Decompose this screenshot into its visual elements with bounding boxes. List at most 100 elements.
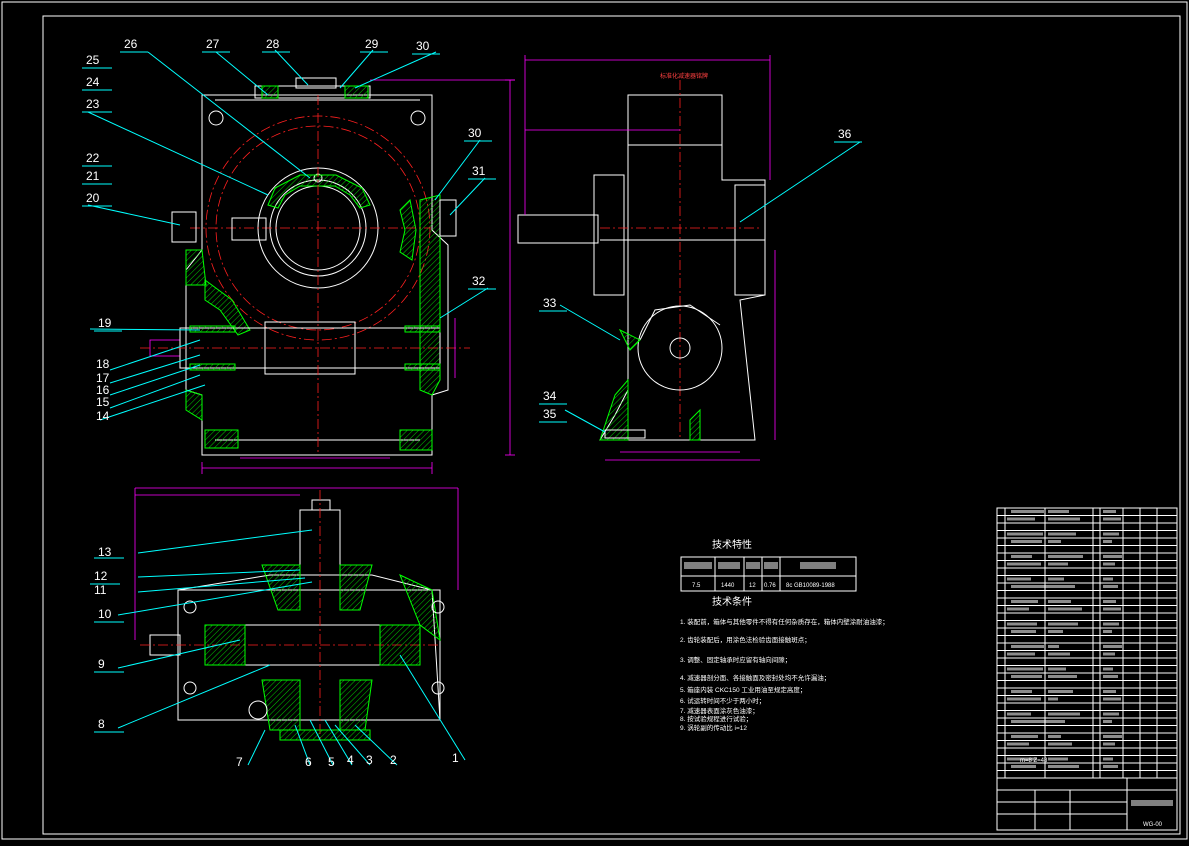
part-number-4: 4: [347, 753, 354, 767]
parts-list-text-mark: [1103, 697, 1121, 701]
tech-requirement-8: 8. 按试验规程进行试验；: [680, 714, 752, 723]
parts-list-text-mark: [1103, 720, 1112, 723]
parts-list-text-mark: [1048, 517, 1080, 521]
parts-list-text-mark: [1048, 757, 1068, 761]
parts-list-text-mark: [1011, 690, 1032, 693]
parts-list: [996, 507, 1178, 779]
parts-list-text-mark: [1103, 540, 1112, 543]
part-number-36: 36: [838, 127, 852, 141]
parts-list-text-mark: [1007, 652, 1035, 656]
parts-list-text-mark: [1103, 712, 1119, 716]
parts-list-text-mark: [1048, 607, 1082, 611]
parts-list-text-mark: [1103, 577, 1113, 581]
part-number-15: 15: [96, 395, 110, 409]
drawing-number: WG-00: [1143, 822, 1163, 828]
parts-list-text-mark: [1048, 742, 1072, 746]
tech-requirement-4: 4. 减速器剖分面、各接触面及密封处均不允许漏油；: [680, 673, 830, 682]
part-number-underlines: [82, 51, 862, 733]
parts-list-text-mark: [1103, 532, 1119, 536]
part-number-6: 6: [305, 755, 312, 769]
parts-list-text-mark: [1007, 577, 1031, 581]
parts-list-text-mark: [1103, 562, 1115, 566]
parts-list-text-mark: [1103, 510, 1116, 513]
parts-list-text-mark: [1011, 600, 1038, 603]
parts-list-text-mark: [1048, 555, 1083, 558]
part-number-10: 10: [98, 607, 112, 621]
parts-list-text-mark: [1048, 645, 1059, 648]
parts-list-text-mark: [1048, 690, 1073, 693]
tech-requirements-title: 技术条件: [712, 595, 752, 608]
parts-list-text-mark: [1048, 622, 1078, 626]
tech-requirements: 技术条件 1. 装配前，箱体与其他零件不得有任何杂质存在，箱体内壁涂耐油油漆； …: [680, 595, 889, 732]
tech-requirement-2: 2. 齿轮装配后，用涂色法检验齿面接触斑点；: [680, 635, 811, 644]
parts-list-text-mark: [1048, 532, 1076, 536]
parts-list-text-mark: [1048, 652, 1070, 656]
svg-text:标准化减速器铭牌: 标准化减速器铭牌: [660, 72, 708, 80]
part-number-20: 20: [86, 191, 100, 205]
parts-list-text-mark: [1048, 697, 1058, 701]
parts-list-text-mark: [1007, 667, 1043, 671]
parts-list-text-mark: [1011, 540, 1042, 543]
part-number-8: 8: [98, 717, 105, 731]
parts-list-text-mark: [1007, 622, 1037, 626]
tech-requirement-1: 1. 装配前，箱体与其他零件不得有任何杂质存在，箱体内壁涂耐油油漆；: [680, 617, 889, 626]
parts-list-text-mark: [1048, 577, 1064, 581]
parts-list-text-mark: [1103, 585, 1118, 588]
parts-list-text-mark: [1048, 765, 1079, 768]
part-number-19: 19: [98, 316, 112, 330]
parts-list-text-mark: [1048, 712, 1080, 716]
parts-list-text-mark: [1011, 645, 1044, 648]
part-number-33: 33: [543, 296, 557, 310]
parts-list-text-mark: [1007, 697, 1041, 701]
side-view: 标准化减速器铭牌: [517, 55, 776, 461]
parts-list-text-mark: [1103, 600, 1116, 603]
parts-list-text-mark: [1048, 585, 1075, 588]
parts-list-text-mark: [1048, 675, 1077, 678]
parts-list-text-mark: [1048, 720, 1065, 723]
part-number-32: 32: [472, 274, 486, 288]
part-number-18: 18: [96, 357, 110, 371]
part-number-21: 21: [86, 169, 100, 183]
parts-list-text-mark: [1011, 510, 1044, 513]
parts-list-text-mark: [1103, 630, 1112, 633]
tech-characteristics-title: 技术特性: [712, 538, 752, 551]
top-view: [134, 487, 459, 741]
part-number-24: 24: [86, 75, 100, 89]
part-number-1: 1: [452, 751, 459, 765]
spec-line: m=8 Z=48: [1020, 758, 1048, 764]
part-number-23: 23: [86, 97, 100, 111]
parts-list-text-mark: [1048, 667, 1066, 671]
parts-list-text-mark: [1007, 742, 1029, 746]
part-number-13: 13: [98, 545, 112, 559]
parts-list-text-mark: [1103, 667, 1113, 671]
parts-list-text-mark: [1103, 652, 1115, 656]
tech-ratio: 12: [749, 583, 756, 589]
part-number-12: 12: [94, 569, 108, 583]
parts-list-text-mark: [1103, 555, 1122, 558]
parts-list-text-mark: [1011, 675, 1042, 678]
tech-requirement-6: 6. 试运转时间不少于两小时；: [680, 696, 765, 705]
part-number-2: 2: [390, 753, 397, 767]
parts-list-text-mark: [1103, 735, 1122, 738]
parts-list-text-mark: [1011, 555, 1032, 558]
parts-list-text-mark: [1103, 742, 1115, 746]
part-number-11: 11: [94, 583, 107, 597]
parts-list-text-mark: [1103, 690, 1116, 693]
part-number-7: 7: [236, 755, 243, 769]
drawing-canvas: 标准化减速器铭牌 26 27 28 29 30 25 24 23 22 21 2…: [1, 1, 1188, 840]
part-number-34: 34: [543, 389, 557, 403]
parts-list-text-mark: [1103, 645, 1122, 648]
tech-efficiency: 0.76: [764, 583, 776, 589]
part-number-31: 31: [472, 164, 486, 178]
parts-list-text-mark: [1011, 765, 1036, 768]
part-number-14: 14: [96, 409, 110, 423]
tech-accuracy: 8c GB10089-1988: [786, 583, 835, 589]
title-block: m=8 Z=48 WG-00: [996, 758, 1178, 831]
parts-list-text-mark: [1007, 562, 1041, 566]
parts-list-text-mark: [1048, 630, 1063, 633]
parts-list-text-mark: [1011, 585, 1048, 588]
parts-list-text-mark: [1011, 630, 1036, 633]
parts-list-text-mark: [1103, 622, 1119, 626]
parts-list-text-mark: [1048, 562, 1068, 566]
part-number-25: 25: [86, 53, 100, 67]
